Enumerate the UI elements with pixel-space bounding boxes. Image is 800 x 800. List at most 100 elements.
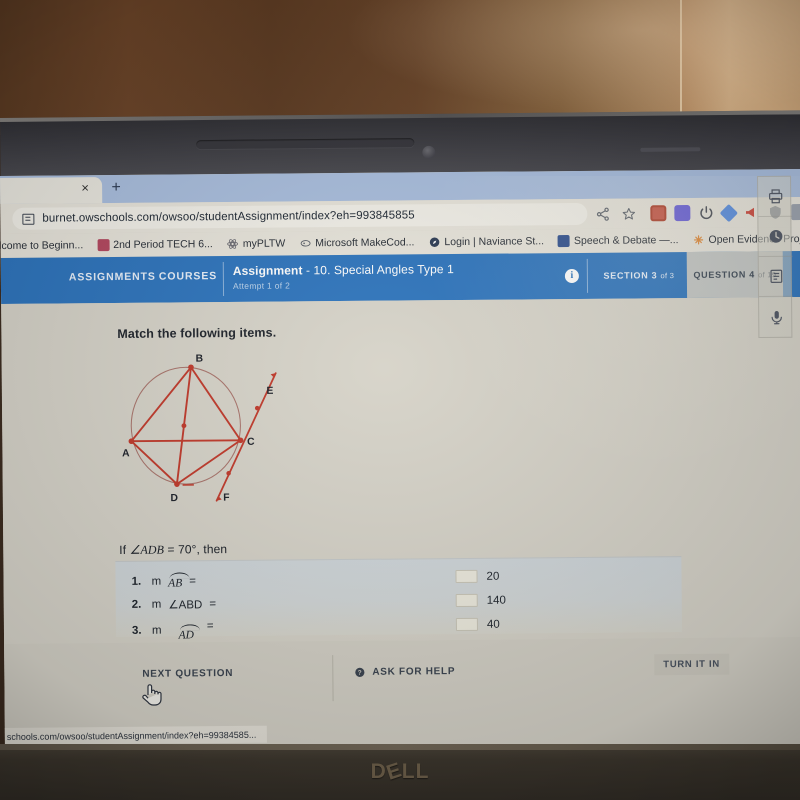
figure-label-C: C [247,437,255,448]
question-text: QUESTION 4 [693,269,755,280]
print-tool[interactable] [758,176,793,217]
arc-label: AD [178,629,195,642]
ask-for-help-button[interactable]: ? ASK FOR HELP [354,666,455,678]
address-bar[interactable]: burnet.owschools.com/owsoo/studentAssign… [12,202,588,230]
match-panel: 1. m AB = 2. m ∠ABD = 3. m AD = 20 140 4… [115,556,683,641]
assignment-title-block: Assignment - 10. Special Angles Type 1 A… [233,262,454,291]
naviance-icon [429,237,440,247]
nav-courses[interactable]: COURSES [159,270,217,283]
c-extension-icon[interactable] [674,204,691,222]
option-input-2[interactable] [455,593,478,608]
item-number: 3. [131,624,142,637]
bookmark-item[interactable]: Speech & Debate —... [553,234,684,248]
option-row-1: 20 [455,569,500,584]
evidence-icon [693,235,704,245]
nav-assignments[interactable]: ASSIGNMENTS [69,271,156,284]
timer-tool[interactable] [758,216,793,257]
option-label-3: 40 [486,618,500,631]
debate-icon [557,235,571,248]
question-condition: If ∠ADB = 70°, then [119,542,227,558]
question-circle-icon: ? [355,667,365,677]
diamond-extension-icon[interactable] [719,203,739,222]
power-extension-icon[interactable] [698,205,714,221]
match-item-3: 3. m AD = [132,619,214,642]
assignment-name: - 10. Special Angles Type 1 [305,262,454,278]
measure-symbol: m [151,624,162,637]
tab-close-icon[interactable]: × [78,180,92,195]
makecode-icon [300,240,311,247]
option-label-1: 20 [486,570,500,583]
new-tab-icon[interactable]: + [108,179,124,196]
mail-extension-icon[interactable] [650,205,667,222]
ask-for-help-label: ASK FOR HELP [372,666,456,678]
arc-notation: AD [178,624,200,642]
mouse-cursor-hand [142,684,162,706]
laptop-screen: × + burnet.owschools.com/owsoo/studentAs… [0,169,800,754]
share-icon[interactable] [595,206,610,221]
action-divider [332,655,334,702]
bookmark-label: myPLTW [242,237,286,250]
bookmark-item[interactable]: Welcome to Beginn... [0,239,88,252]
measure-symbol: m [151,598,162,611]
info-icon[interactable]: i [564,268,579,284]
bookmark-label: Welcome to Beginn... [0,239,84,253]
equals-sign: = [189,575,196,588]
equals-sign: = [209,598,217,611]
next-question-label: NEXT QUESTION [142,667,234,680]
equals-sign: = [206,620,214,633]
figure-label-F: F [223,493,229,504]
webcam [422,145,436,159]
base-edge [0,744,800,750]
pltw-icon [227,239,239,249]
svg-text:?: ? [358,670,362,677]
bookmark-item[interactable]: myPLTW [222,237,290,250]
dell-logo: DELL [0,758,800,785]
option-label-2: 140 [486,594,506,607]
omnibar-actions [595,201,636,225]
match-item-2: 2. m ∠ABD = [132,597,216,612]
bookmark-item[interactable]: 2nd Period TECH 6... [92,238,218,252]
assignment-title: Assignment - 10. Special Angles Type 1 [233,262,454,278]
audio-tool[interactable] [759,297,793,337]
assignment-page: Match the following items. A B C D E F I… [1,296,800,754]
match-item-1: 1. m AB = [131,572,196,590]
section-of-text: of 3 [660,271,675,281]
condition-suffix: = 70°, then [164,542,228,557]
bookmark-item[interactable]: Microsoft MakeCod... [294,236,419,249]
option-input-3[interactable] [455,617,478,632]
section-indicator[interactable]: SECTION 3 of 3 [591,252,687,299]
browser-status-bar: schools.com/owsoo/studentAssignment/inde… [0,725,267,746]
question-prompt: Match the following items. [117,325,277,341]
figure-label-E: E [266,386,273,397]
header-divider [222,262,225,297]
option-row-2: 140 [455,593,506,608]
star-icon[interactable] [621,206,636,221]
classroom-icon [97,239,110,252]
assignment-label: Assignment [232,263,303,278]
measure-symbol: m [151,575,162,588]
bookmark-label: Login | Naviance St... [444,235,545,249]
bookmark-label: Speech & Debate —... [573,234,679,247]
circle-geometry-diagram: A B C D E F [122,354,277,504]
angle-label: ∠ABD [168,599,203,612]
item-number: 1. [131,575,142,588]
next-question-button[interactable]: NEXT QUESTION [142,668,233,680]
laptop-photo-scene: × + burnet.owschools.com/owsoo/studentAs… [0,0,800,800]
option-row-3: 40 [455,617,500,632]
figure-label-B: B [196,354,204,365]
section-text: SECTION 3 [603,270,658,281]
item-number: 2. [131,598,142,611]
arc-notation: AB [168,572,190,590]
tool-rail [757,175,794,338]
laptop-base: DELL [0,744,800,800]
microphone-icon [771,310,782,324]
turn-it-in-button[interactable]: TURN IT IN [654,653,729,676]
figure-label-D: D [170,493,178,504]
status-url: schools.com/owsoo/studentAssignment/inde… [6,729,257,742]
notes-tool[interactable] [758,256,794,297]
grid-extension-icon[interactable] [791,203,800,221]
bookmark-label: 2nd Period TECH 6... [113,238,213,252]
bookmark-item[interactable]: Login | Naviance St... [423,235,549,248]
header-divider-2 [586,258,589,293]
option-input-1[interactable] [455,569,478,584]
